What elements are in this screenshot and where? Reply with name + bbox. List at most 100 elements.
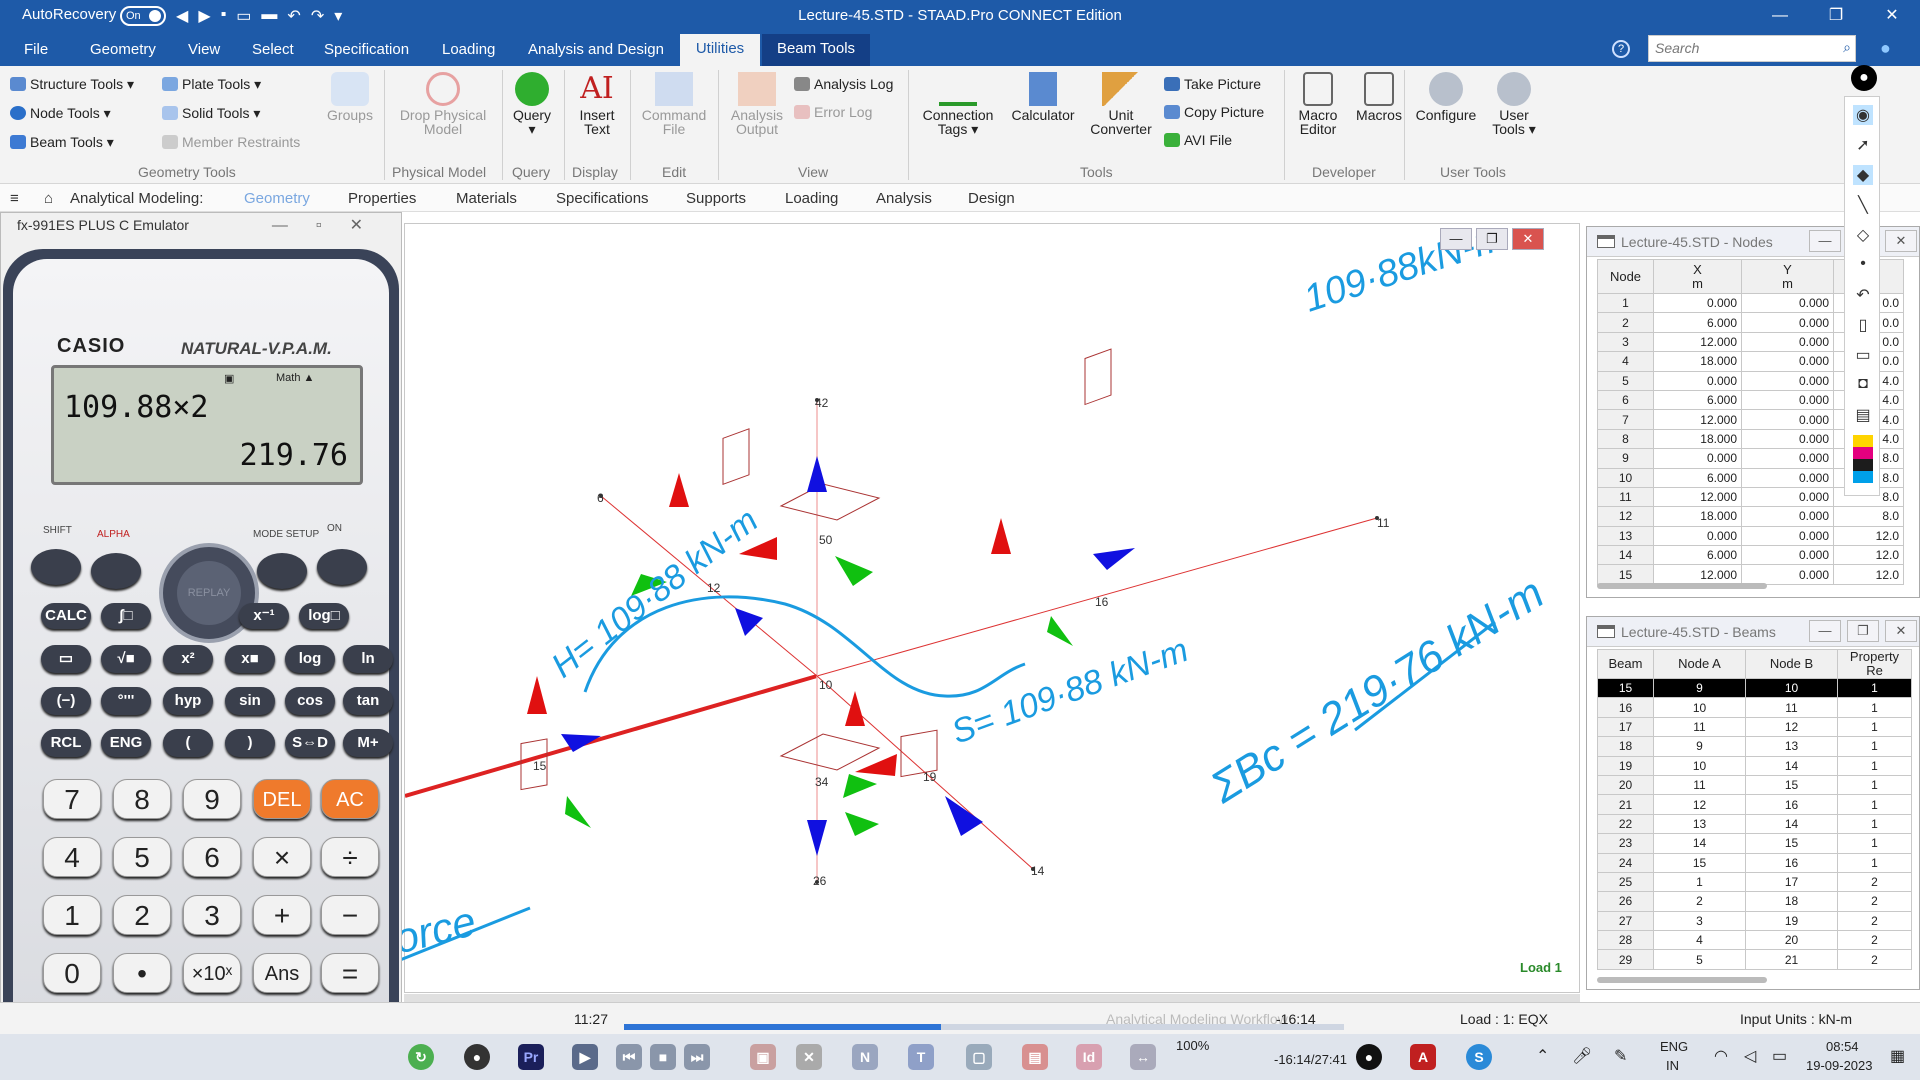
color-palette-icon[interactable] — [1853, 435, 1873, 483]
viewport-restore-icon[interactable]: ❐ — [1476, 228, 1508, 250]
clipboard-icon[interactable]: ▤ — [1853, 405, 1873, 425]
row-header-cell[interactable]: 17 — [1597, 716, 1654, 738]
unit-converter-button[interactable]: Unit Converter — [1082, 72, 1160, 136]
table-cell[interactable]: 11 — [1653, 774, 1746, 796]
table-cell[interactable]: 6.000 — [1653, 545, 1742, 566]
previous-icon[interactable]: ⏮ — [616, 1044, 642, 1070]
calculator-window-controls[interactable]: —▫✕ — [272, 215, 391, 235]
table-cell[interactable]: 0.000 — [1741, 409, 1834, 430]
table-cell[interactable]: 18.000 — [1653, 428, 1742, 450]
row-header-cell[interactable]: 1 — [1597, 292, 1654, 314]
row-header-cell[interactable]: 22 — [1597, 813, 1654, 835]
row-header-cell[interactable]: 23 — [1597, 833, 1654, 854]
menu-file[interactable]: File — [24, 41, 48, 58]
wifi-icon[interactable]: ◠ — [1714, 1046, 1728, 1066]
viewport-close-icon[interactable]: ✕ — [1512, 228, 1544, 250]
calc-key[interactable]: 8 — [113, 779, 171, 819]
table-cell[interactable]: 12.0 — [1833, 545, 1904, 566]
menu-geometry[interactable]: Geometry — [90, 41, 156, 58]
table-cell[interactable]: 8.0 — [1833, 506, 1904, 527]
tab-analysis[interactable]: Analysis — [876, 190, 932, 207]
table-cell[interactable]: 17 — [1745, 871, 1838, 893]
row-header-cell[interactable]: 13 — [1597, 525, 1654, 547]
row-header-cell[interactable]: 11 — [1597, 486, 1654, 508]
teams-icon[interactable]: T — [908, 1044, 934, 1070]
calc-key[interactable]: CALC — [41, 603, 91, 629]
row-header-cell[interactable]: 27 — [1597, 910, 1654, 932]
search-icon[interactable]: ⌕ — [1843, 39, 1851, 56]
row-header-cell[interactable]: 10 — [1597, 467, 1654, 488]
pen-icon[interactable]: ╲ — [1853, 195, 1873, 215]
table-cell[interactable]: 15 — [1745, 774, 1838, 796]
calc-key[interactable]: cos — [285, 687, 335, 715]
calc-key[interactable]: ENG — [101, 729, 151, 757]
row-header-cell[interactable]: 20 — [1597, 774, 1654, 796]
table-cell[interactable]: 10 — [1653, 755, 1746, 776]
expand-icon[interactable]: ↔ — [1130, 1044, 1156, 1070]
table-cell[interactable]: 2 — [1837, 871, 1912, 893]
row-header-cell[interactable]: 18 — [1597, 736, 1654, 757]
calc-key[interactable]: − — [321, 895, 379, 935]
replay-dpad[interactable]: REPLAY — [159, 543, 259, 643]
mode-key[interactable] — [257, 553, 307, 589]
row-header-cell[interactable]: 9 — [1597, 448, 1654, 469]
notes-icon[interactable]: N — [852, 1044, 878, 1070]
table-row[interactable]: 17 11 12 1 — [1597, 716, 1912, 738]
search-input[interactable]: Search ⌕ — [1648, 35, 1856, 62]
table-cell[interactable]: 1 — [1837, 697, 1912, 718]
row-header-cell[interactable]: 4 — [1597, 351, 1654, 372]
table-cell[interactable]: 12.000 — [1653, 564, 1742, 585]
table-cell[interactable]: 1 — [1837, 833, 1912, 854]
app-icon-green[interactable]: ↻ — [408, 1044, 434, 1070]
horizontal-scrollbar[interactable] — [1597, 583, 1767, 589]
calc-key[interactable]: °''' — [101, 687, 151, 715]
table-cell[interactable]: 15 — [1745, 833, 1838, 854]
calc-key[interactable]: 0 — [43, 953, 101, 993]
calc-key[interactable]: sin — [225, 687, 275, 715]
groups-button[interactable]: Groups — [320, 72, 380, 122]
calc-key[interactable]: • — [113, 953, 171, 993]
row-header-cell[interactable]: 5 — [1597, 370, 1654, 391]
avi-file-button[interactable]: AVI File — [1164, 132, 1232, 148]
model-viewport[interactable]: 42 6 50 12 10 16 11 15 34 19 26 14 H= 10… — [404, 216, 1580, 993]
minimize-icon[interactable]: — — [1752, 0, 1808, 32]
calc-key[interactable]: = — [321, 953, 379, 993]
table-cell[interactable]: 0.000 — [1741, 506, 1834, 527]
app-icon-red[interactable]: ▤ — [1022, 1044, 1048, 1070]
table-cell[interactable]: 14 — [1745, 755, 1838, 776]
menu-view[interactable]: View — [188, 41, 220, 58]
menu-analysis-design[interactable]: Analysis and Design — [528, 41, 664, 58]
table-row[interactable]: 20 11 15 1 — [1597, 774, 1912, 796]
command-file-button[interactable]: Command File — [634, 72, 714, 136]
table-cell[interactable]: 12 — [1653, 794, 1746, 815]
calc-key[interactable]: (−) — [41, 687, 91, 715]
alpha-key[interactable] — [91, 553, 141, 589]
menu-specification[interactable]: Specification — [324, 41, 409, 58]
table-cell[interactable]: 0.000 — [1741, 525, 1834, 547]
table-cell[interactable]: 0.000 — [1741, 486, 1834, 508]
horizontal-scrollbar[interactable] — [1597, 977, 1767, 983]
row-header-cell[interactable]: 25 — [1597, 871, 1654, 893]
table-cell[interactable]: 0.000 — [1741, 370, 1834, 391]
notification-icon[interactable]: ▦ — [1890, 1046, 1905, 1066]
table-cell[interactable]: 0.000 — [1741, 467, 1834, 488]
eraser-icon[interactable]: ◆ — [1853, 165, 1873, 185]
calc-key[interactable]: x■ — [225, 645, 275, 673]
table-row[interactable]: 26 2 18 2 — [1597, 891, 1912, 912]
query-button[interactable]: Query ▾ — [506, 72, 558, 136]
table-cell[interactable]: 9 — [1653, 677, 1746, 699]
calc-key[interactable]: ∫□ — [101, 603, 151, 629]
row-header-cell[interactable]: 21 — [1597, 794, 1654, 815]
tab-materials[interactable]: Materials — [456, 190, 517, 207]
minimize-icon[interactable]: — — [1809, 230, 1841, 252]
calc-key[interactable]: 1 — [43, 895, 101, 935]
battery-icon[interactable]: ▭ — [1772, 1046, 1787, 1066]
table-cell[interactable]: 14 — [1745, 813, 1838, 835]
clock-time[interactable]: 08:54 — [1826, 1039, 1859, 1054]
table-cell[interactable]: 18 — [1745, 891, 1838, 912]
table-cell[interactable]: 0.000 — [1653, 292, 1742, 314]
take-picture-button[interactable]: Take Picture — [1164, 76, 1261, 92]
table-cell[interactable]: 9 — [1653, 736, 1746, 757]
row-header-cell[interactable]: 26 — [1597, 891, 1654, 912]
row-header-cell[interactable]: 3 — [1597, 331, 1654, 353]
